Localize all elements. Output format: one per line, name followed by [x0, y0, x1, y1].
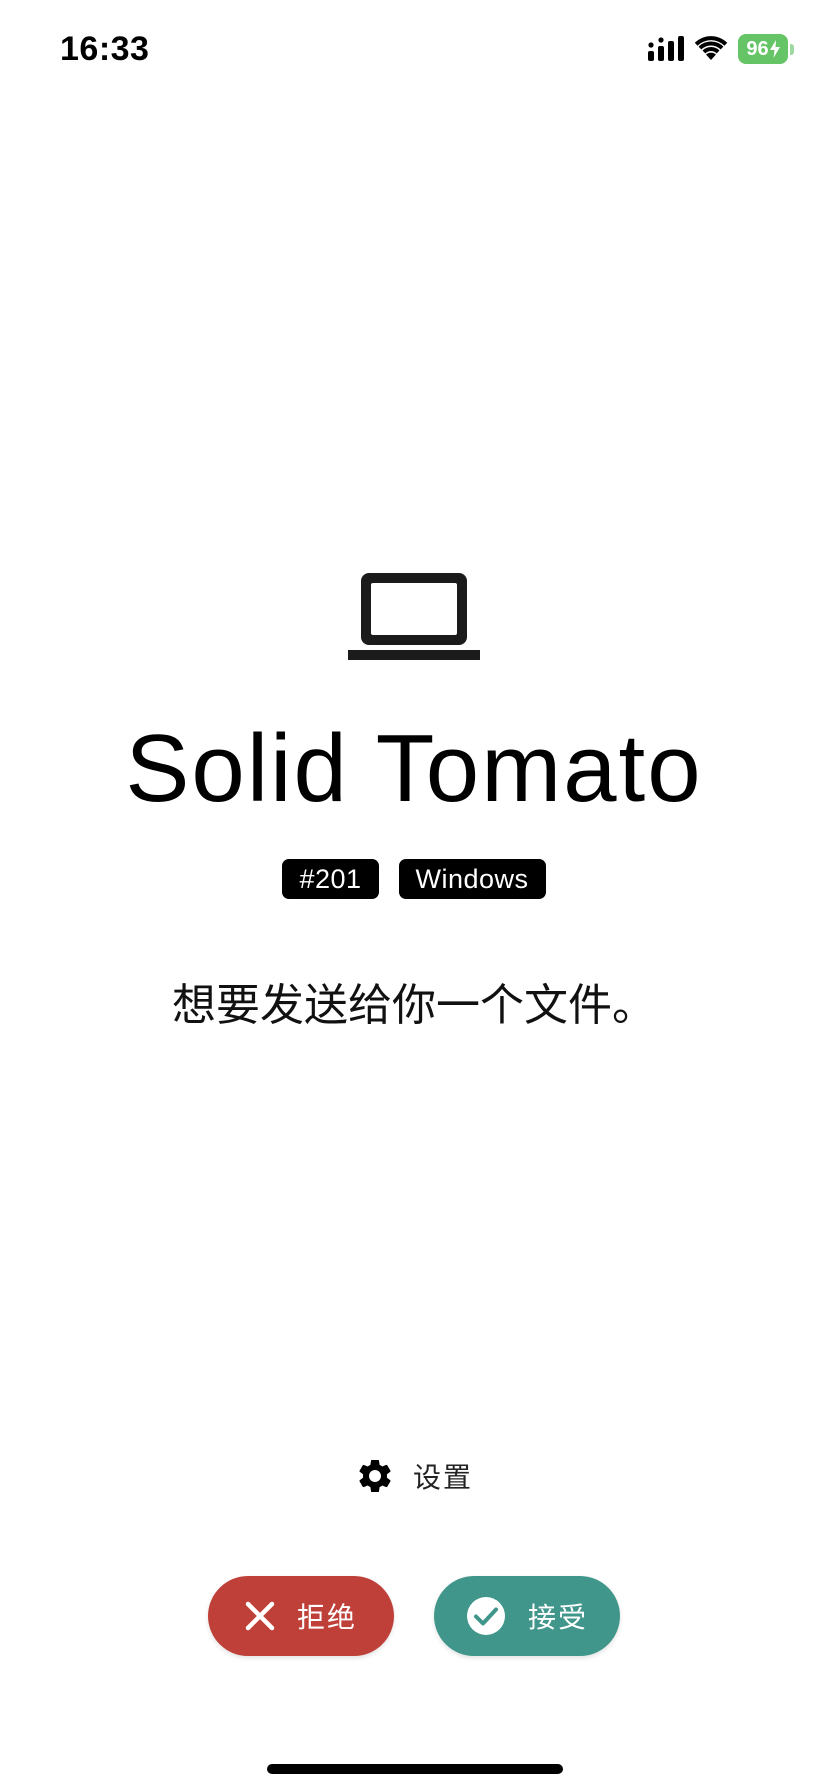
device-tags: #201 Windows — [0, 859, 828, 899]
status-time: 16:33 — [60, 30, 150, 68]
gear-icon — [355, 1456, 395, 1496]
action-buttons: 拒绝 接受 — [0, 1576, 828, 1656]
decline-button[interactable]: 拒绝 — [208, 1576, 394, 1656]
charging-bolt-icon — [769, 40, 780, 58]
decline-label: 拒绝 — [296, 1601, 357, 1634]
battery-body: 96 — [738, 34, 788, 64]
status-bar: 16:33 96 — [0, 0, 828, 100]
battery-level: 96 — [746, 37, 769, 60]
settings-button[interactable]: 设置 — [0, 1456, 828, 1496]
wifi-icon — [694, 36, 728, 62]
check-circle-icon — [466, 1596, 506, 1636]
close-icon — [245, 1601, 275, 1631]
cellular-signal-icon — [648, 36, 684, 62]
transfer-message: 想要发送给你一个文件。 — [172, 980, 656, 1031]
settings-label: 设置 — [412, 1461, 473, 1494]
battery-cap — [790, 43, 794, 55]
accept-label: 接受 — [527, 1601, 588, 1634]
device-os-tag: Windows — [398, 859, 546, 899]
laptop-icon — [348, 570, 480, 662]
device-name: Solid Tomato — [125, 715, 703, 822]
device-id-tag: #201 — [282, 859, 379, 899]
home-indicator[interactable] — [267, 1764, 563, 1774]
accept-button[interactable]: 接受 — [434, 1576, 620, 1656]
battery-charging-icon: 96 — [738, 34, 794, 64]
status-icons: 96 — [648, 34, 794, 64]
